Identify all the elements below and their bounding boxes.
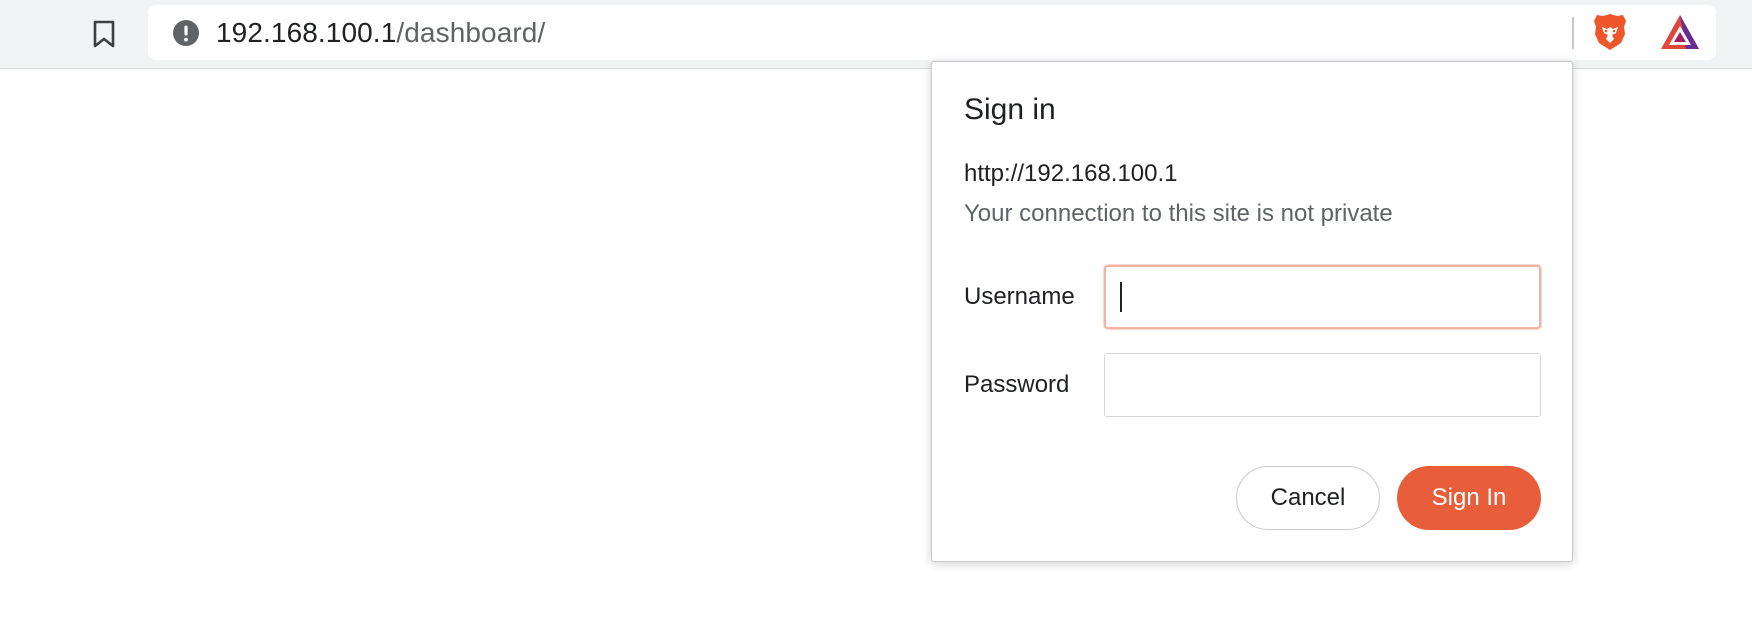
dialog-origin: http://192.168.100.1 — [964, 160, 1178, 187]
sign-in-button[interactable]: Sign In — [1397, 466, 1541, 530]
password-input[interactable] — [1104, 353, 1541, 417]
username-label: Username — [964, 283, 1075, 310]
username-input[interactable] — [1104, 265, 1541, 329]
info-icon[interactable] — [172, 19, 200, 47]
browser-toolbar: 192.168.100.1/dashboard/ — [0, 0, 1752, 69]
brave-rewards-icon[interactable] — [1659, 13, 1701, 53]
text-caret — [1120, 282, 1122, 312]
url-path: /dashboard/ — [396, 17, 546, 48]
address-bar[interactable]: 192.168.100.1/dashboard/ — [148, 5, 1716, 60]
omnibox-divider — [1572, 17, 1574, 49]
connection-warning: Your connection to this site is not priv… — [964, 200, 1393, 227]
password-label: Password — [964, 371, 1070, 398]
brave-shields-icon[interactable] — [1590, 12, 1630, 52]
cancel-button[interactable]: Cancel — [1236, 466, 1380, 530]
sign-in-dialog: Sign in http://192.168.100.1 Your connec… — [931, 61, 1573, 562]
dialog-title: Sign in — [964, 93, 1056, 126]
url-text[interactable]: 192.168.100.1/dashboard/ — [216, 18, 545, 48]
bookmark-button[interactable] — [84, 14, 124, 54]
url-host: 192.168.100.1 — [216, 17, 397, 48]
bookmark-icon — [93, 20, 115, 48]
